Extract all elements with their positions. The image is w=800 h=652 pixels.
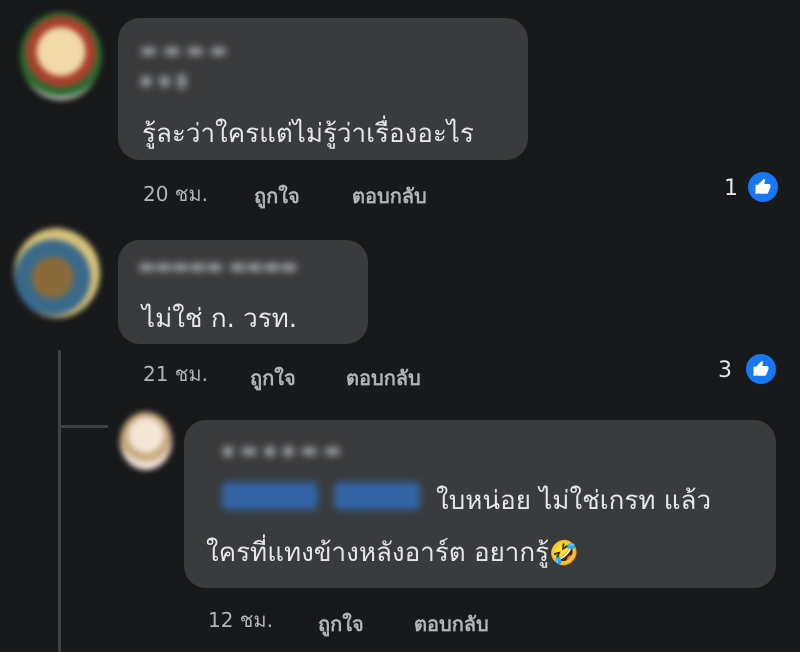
reply-text-line2-content: ใครที่แทงข้างหลังอาร์ต อยากรู้ — [206, 538, 550, 568]
tagged-user-mention[interactable] — [222, 482, 318, 510]
avatar[interactable] — [20, 12, 102, 100]
thread-branch — [58, 425, 108, 428]
reply-text-line2: ใครที่แทงข้างหลังอาร์ต อยากรู้🤣 — [206, 532, 579, 573]
reply-text-line1: ใบหน่อย ไม่ใช่เกรท แล้ว — [436, 486, 712, 516]
like-button[interactable]: ถูกใจ — [250, 362, 296, 394]
comment-bubble: ▬▬▬▬▬ ▬▬▬▬ ไม่ใช่ ก. วรท. — [118, 240, 368, 344]
commenter-name-extra: ▪ ▪ ▮ — [140, 70, 187, 91]
reply-bubble: ▪ ▬ ▪ ▪ ▬ ▬ ใบหน่อย ไม่ใช่เกรท แล้ว ใครท… — [184, 420, 776, 588]
reply-button[interactable]: ตอบกลับ — [352, 180, 427, 212]
comment-bubble: ▬ ▬ ▬ ▬ ▪ ▪ ▮ รู้ละว่าใครแต่ไม่รู้ว่าเรื… — [118, 18, 528, 160]
rofl-emoji-icon: 🤣 — [549, 539, 579, 567]
commenter-name[interactable]: ▪ ▬ ▪ ▪ ▬ ▬ — [222, 440, 341, 461]
reply-button[interactable]: ตอบกลับ — [346, 362, 421, 394]
thumbs-up-icon — [748, 172, 778, 202]
comment-time[interactable]: 20 ชม. — [143, 178, 208, 210]
like-button[interactable]: ถูกใจ — [318, 608, 364, 640]
thread-line — [58, 350, 61, 652]
like-button[interactable]: ถูกใจ — [254, 180, 300, 212]
tagged-user-mention[interactable] — [334, 482, 420, 510]
commenter-name[interactable]: ▬▬▬▬▬ ▬▬▬▬ — [138, 256, 297, 277]
commenter-name[interactable]: ▬ ▬ ▬ ▬ — [140, 40, 227, 61]
comment-time[interactable]: 21 ชม. — [143, 358, 208, 390]
like-count[interactable]: 3 — [718, 358, 732, 383]
thumbs-up-icon — [746, 354, 776, 384]
avatar[interactable] — [120, 412, 172, 470]
comment-text: ไม่ใช่ ก. วรท. — [142, 304, 298, 334]
avatar[interactable] — [14, 228, 100, 318]
like-count[interactable]: 1 — [724, 176, 738, 201]
reply-time[interactable]: 12 ชม. — [208, 604, 273, 636]
reply-button[interactable]: ตอบกลับ — [414, 608, 489, 640]
comment-text: รู้ละว่าใครแต่ไม่รู้ว่าเรื่องอะไร — [142, 119, 474, 149]
